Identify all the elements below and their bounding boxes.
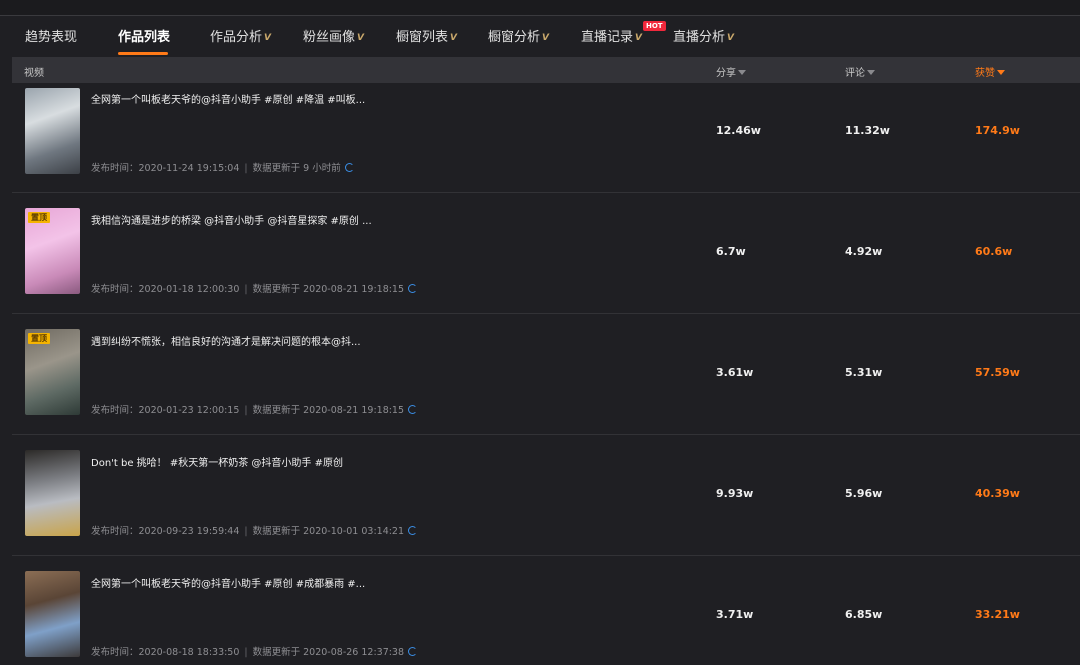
column-header-label: 视频: [24, 68, 44, 79]
tab-label: 直播分析: [673, 30, 726, 45]
sort-caret-icon: [997, 70, 1005, 75]
update-time: 数据更新于 2020-08-26 12:37:38: [252, 647, 405, 658]
video-title[interactable]: 全网第一个叫板老天爷的@抖音小助手 #原创 #降温 #叫板...: [91, 91, 365, 106]
refresh-icon[interactable]: [408, 405, 418, 414]
tab-label: 橱窗列表: [396, 30, 449, 45]
tab-label: 粉丝画像: [303, 30, 356, 45]
column-header-video: 视频: [24, 64, 44, 79]
video-thumbnail[interactable]: 置顶: [25, 329, 80, 415]
refresh-icon[interactable]: [408, 526, 418, 535]
shares-value: 3.71w: [716, 608, 754, 621]
column-header-comments[interactable]: 评论: [845, 64, 875, 79]
publish-time: 发布时间：2020-11-24 19:15:04: [91, 163, 240, 174]
tab-showcase-analysis[interactable]: 橱窗分析 V: [488, 26, 549, 45]
comments-value: 5.31w: [845, 366, 883, 379]
vip-icon: V: [727, 33, 734, 43]
comments-value: 6.85w: [845, 608, 883, 621]
video-title[interactable]: 遇到纠纷不慌张，相信良好的沟通才是解决问题的根本@抖...: [91, 333, 361, 348]
column-header-likes[interactable]: 获赞: [975, 64, 1005, 79]
vip-icon: V: [635, 33, 642, 43]
pinned-badge: 置顶: [28, 212, 50, 223]
tab-fans-profile[interactable]: 粉丝画像 V: [303, 26, 364, 45]
table-row[interactable]: 置顶 遇到纠纷不慌张，相信良好的沟通才是解决问题的根本@抖... 发布时间：20…: [12, 314, 1080, 435]
comments-value: 11.32w: [845, 124, 890, 137]
video-meta: 发布时间：2020-01-23 12:00:15 | 数据更新于 2020-08-2…: [91, 402, 418, 416]
likes-value: 33.21w: [975, 608, 1020, 621]
update-time: 数据更新于 2020-08-21 19:18:15: [252, 284, 405, 295]
tab-showcase-list[interactable]: 橱窗列表 V: [396, 26, 457, 45]
tab-live-analysis[interactable]: 直播分析 V: [673, 26, 734, 45]
video-thumbnail[interactable]: [25, 88, 80, 174]
video-thumbnail[interactable]: [25, 571, 80, 657]
hot-badge: HOT: [643, 21, 666, 31]
column-header-label: 评论: [845, 68, 865, 79]
update-time: 数据更新于 2020-08-21 19:18:15: [252, 405, 405, 416]
vip-icon: V: [264, 33, 271, 43]
shares-value: 12.46w: [716, 124, 761, 137]
refresh-icon[interactable]: [344, 163, 354, 172]
vip-icon: V: [542, 33, 549, 43]
pinned-badge: 置顶: [28, 333, 50, 344]
column-header-shares[interactable]: 分享: [716, 64, 746, 79]
top-bar: [0, 0, 1080, 16]
table-row[interactable]: 全网第一个叫板老天爷的@抖音小助手 #原创 #成都暴雨 #... 发布时间：20…: [12, 556, 1080, 665]
vip-icon: V: [450, 33, 457, 43]
tab-label: 橱窗分析: [488, 30, 541, 45]
publish-time: 发布时间：2020-08-18 18:33:50: [91, 647, 240, 658]
sort-caret-icon: [738, 70, 746, 75]
sort-caret-icon: [867, 70, 875, 75]
video-meta: 发布时间：2020-09-23 19:59:44 | 数据更新于 2020-10-0…: [91, 523, 418, 537]
video-title[interactable]: 全网第一个叫板老天爷的@抖音小助手 #原创 #成都暴雨 #...: [91, 575, 365, 590]
tab-label: 直播记录: [581, 30, 634, 45]
comments-value: 5.96w: [845, 487, 883, 500]
video-meta: 发布时间：2020-08-18 18:33:50 | 数据更新于 2020-08-2…: [91, 644, 418, 658]
vip-icon: V: [357, 33, 364, 43]
likes-value: 60.6w: [975, 245, 1013, 258]
likes-value: 57.59w: [975, 366, 1020, 379]
tab-trend[interactable]: 趋势表现: [25, 26, 77, 45]
shares-value: 3.61w: [716, 366, 754, 379]
video-thumbnail[interactable]: 置顶: [25, 208, 80, 294]
video-meta: 发布时间：2020-01-18 12:00:30 | 数据更新于 2020-08-2…: [91, 281, 418, 295]
table-row[interactable]: 全网第一个叫板老天爷的@抖音小助手 #原创 #降温 #叫板... 发布时间：20…: [12, 84, 1080, 193]
shares-value: 6.7w: [716, 245, 746, 258]
tab-works-list[interactable]: 作品列表: [118, 26, 170, 45]
column-header-label: 获赞: [975, 68, 995, 79]
video-meta: 发布时间：2020-11-24 19:15:04 | 数据更新于 9 小时前: [91, 160, 354, 174]
comments-value: 4.92w: [845, 245, 883, 258]
table-row[interactable]: Don't be 挑哈！ #秋天第一杯奶茶 @抖音小助手 #原创 发布时间：20…: [12, 435, 1080, 556]
tab-live-records[interactable]: 直播记录 V: [581, 26, 642, 45]
refresh-icon[interactable]: [408, 647, 418, 656]
tab-bar: 趋势表现 作品列表 作品分析 V 粉丝画像 V 橱窗列表 V 橱窗分析 V 直播记录 V …: [0, 16, 1080, 55]
video-title[interactable]: Don't be 挑哈！ #秋天第一杯奶茶 @抖音小助手 #原创: [91, 454, 343, 469]
video-thumbnail[interactable]: [25, 450, 80, 536]
publish-time: 发布时间：2020-09-23 19:59:44: [91, 526, 240, 537]
active-tab-indicator: [118, 52, 168, 55]
likes-value: 40.39w: [975, 487, 1020, 500]
publish-time: 发布时间：2020-01-23 12:00:15: [91, 405, 240, 416]
tab-works-analysis[interactable]: 作品分析 V: [210, 26, 271, 45]
publish-time: 发布时间：2020-01-18 12:00:30: [91, 284, 240, 295]
tab-label: 作品列表: [118, 30, 171, 45]
update-time: 数据更新于 9 小时前: [252, 163, 341, 174]
tab-label: 作品分析: [210, 30, 263, 45]
column-header-label: 分享: [716, 68, 736, 79]
table-header: 视频 分享 评论 获赞: [12, 57, 1080, 83]
shares-value: 9.93w: [716, 487, 754, 500]
update-time: 数据更新于 2020-10-01 03:14:21: [252, 526, 405, 537]
video-title[interactable]: 我相信沟通是进步的桥梁 @抖音小助手 @抖音星探家 #原创 ...: [91, 212, 372, 227]
refresh-icon[interactable]: [408, 284, 418, 293]
tab-label: 趋势表现: [25, 30, 78, 45]
table-row[interactable]: 置顶 我相信沟通是进步的桥梁 @抖音小助手 @抖音星探家 #原创 ... 发布时…: [12, 193, 1080, 314]
likes-value: 174.9w: [975, 124, 1020, 137]
